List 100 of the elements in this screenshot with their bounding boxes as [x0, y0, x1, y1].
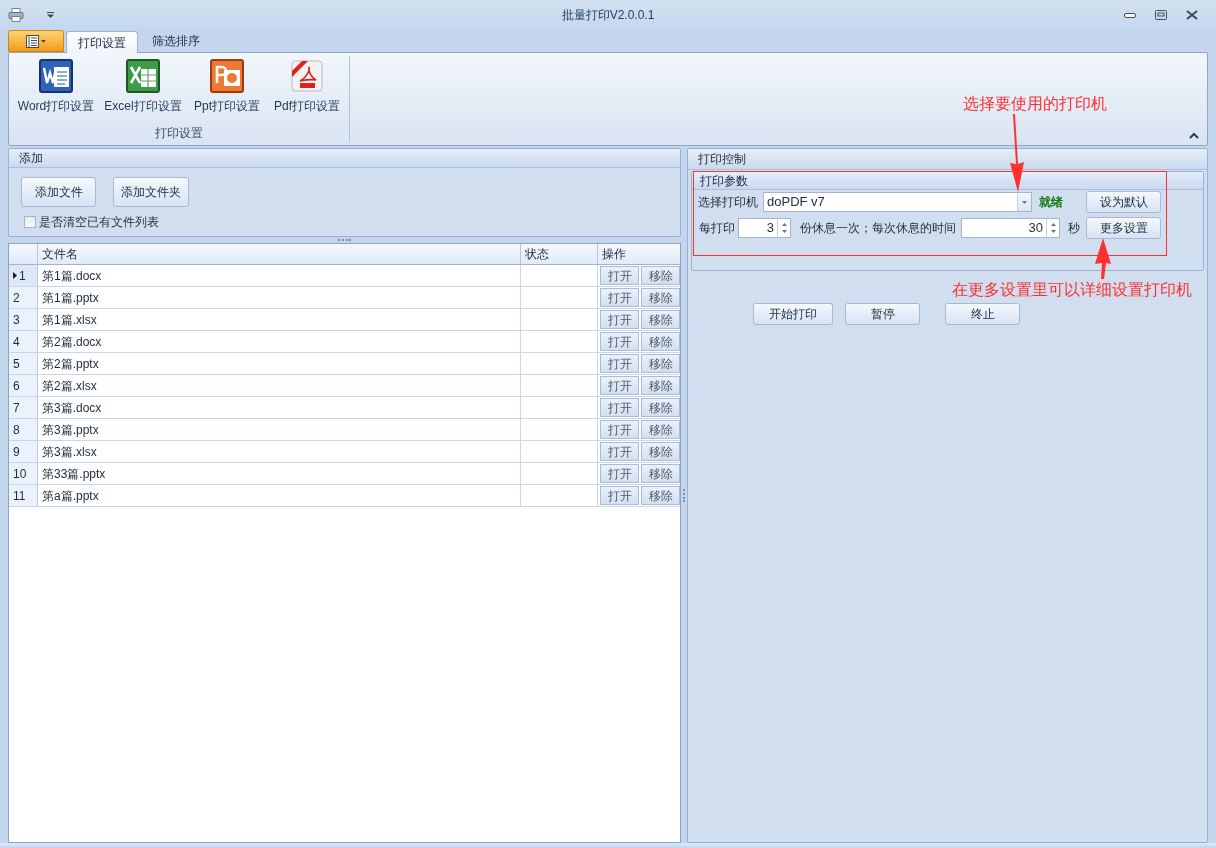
close-icon[interactable]	[1186, 10, 1198, 20]
row-header[interactable]: 1	[9, 265, 38, 286]
copies-field[interactable]: 3	[738, 218, 791, 238]
row-number: 3	[13, 311, 20, 329]
group-title: 添加	[19, 150, 43, 167]
column-header[interactable]: 状态	[521, 244, 598, 264]
row-header[interactable]: 10	[9, 463, 38, 484]
set-default-button[interactable]: 设为默认	[1086, 191, 1161, 213]
app-menu-button[interactable]	[8, 30, 64, 52]
file-name-cell: 第2篇.pptx	[38, 353, 521, 374]
add-folder-button[interactable]: 添加文件夹	[113, 177, 189, 207]
remove-button[interactable]: 移除	[641, 310, 680, 329]
customize-caret-icon[interactable]	[47, 12, 54, 18]
row-header[interactable]: 7	[9, 397, 38, 418]
remove-button[interactable]: 移除	[641, 354, 680, 373]
open-button[interactable]: 打开	[600, 288, 639, 307]
clear-list-checkbox[interactable]	[24, 216, 36, 228]
file-name-cell: 第3篇.docx	[38, 397, 521, 418]
ribbon-button[interactable]: Ppt打印设置	[189, 59, 265, 115]
remove-button[interactable]: 移除	[641, 288, 680, 307]
caret-down-icon	[1022, 200, 1027, 204]
row-number: 9	[13, 443, 20, 461]
file-name-cell: 第1篇.pptx	[38, 287, 521, 308]
print-settings-tab[interactable]: 打印设置	[66, 31, 138, 53]
word-document-icon	[39, 59, 73, 93]
row-number: 6	[13, 377, 20, 395]
file-name-cell: 第a篇.pptx	[38, 485, 521, 506]
printer-label: 选择打印机	[698, 194, 759, 211]
clear-list-label: 是否清空已有文件列表	[39, 214, 159, 231]
open-button[interactable]: 打开	[600, 486, 639, 505]
presentation-icon	[210, 59, 244, 93]
open-button[interactable]: 打开	[600, 420, 639, 439]
printer-icon[interactable]	[8, 7, 24, 23]
remove-button[interactable]: 移除	[641, 420, 680, 439]
rest-seconds-field[interactable]: 30	[961, 218, 1060, 238]
ribbon-button[interactable]: Pdf打印设置	[269, 59, 345, 115]
open-button[interactable]: 打开	[600, 464, 639, 483]
window-title: 批量打印V2.0.0.1	[561, 7, 655, 24]
printer-status: 就绪	[1039, 194, 1064, 211]
pdf-file-icon	[290, 59, 324, 93]
open-button[interactable]: 打开	[600, 332, 639, 351]
pause-button[interactable]: 暂停	[845, 303, 920, 325]
filter-sort-tab[interactable]: 筛选排序	[140, 30, 212, 52]
row-header[interactable]: 4	[9, 331, 38, 352]
ribbon-button[interactable]: Excel打印设置	[101, 59, 185, 115]
more-settings-button[interactable]: 更多设置	[1086, 217, 1161, 239]
stop-button[interactable]: 终止	[945, 303, 1020, 325]
dropdown-button[interactable]	[1017, 193, 1031, 211]
row-number: 7	[13, 399, 20, 417]
remove-button[interactable]: 移除	[641, 398, 680, 417]
open-button[interactable]: 打开	[600, 354, 639, 373]
row-number: 8	[13, 421, 20, 439]
column-header[interactable]: 操作	[598, 244, 680, 264]
row-header[interactable]: 9	[9, 441, 38, 462]
printer-select[interactable]: doPDF v7	[763, 192, 1032, 212]
open-button[interactable]: 打开	[600, 376, 639, 395]
remove-button[interactable]: 移除	[641, 332, 680, 351]
group-title: 打印参数	[700, 172, 748, 190]
spreadsheet-icon	[126, 59, 160, 93]
add-file-button[interactable]: 添加文件	[21, 177, 96, 207]
start-print-button[interactable]: 开始打印	[753, 303, 833, 325]
row-pointer-icon	[13, 272, 17, 279]
open-button[interactable]: 打开	[600, 266, 639, 285]
row-number: 11	[13, 487, 26, 505]
rest-label: 份休息一次；每次休息的时间	[800, 220, 957, 237]
maximize-icon[interactable]	[1155, 10, 1167, 20]
row-header[interactable]: 11	[9, 485, 38, 506]
caret-up-icon	[781, 223, 787, 226]
remove-button[interactable]: 移除	[641, 486, 680, 505]
seconds-label: 秒	[1068, 220, 1081, 237]
open-button[interactable]: 打开	[600, 442, 639, 461]
document-list-icon	[26, 34, 39, 48]
collapse-ribbon-icon[interactable]	[1189, 132, 1199, 139]
annotation-arrow	[1093, 238, 1111, 279]
row-number: 1	[19, 267, 26, 285]
row-header[interactable]: 8	[9, 419, 38, 440]
file-name-cell: 第33篇.pptx	[38, 463, 521, 484]
row-number: 2	[13, 289, 20, 307]
file-name-cell: 第2篇.xlsx	[38, 375, 521, 396]
file-name-cell: 第3篇.xlsx	[38, 441, 521, 462]
caret-icon	[41, 39, 46, 43]
file-name-cell: 第2篇.docx	[38, 331, 521, 352]
remove-button[interactable]: 移除	[641, 464, 680, 483]
ribbon-button[interactable]: Word打印设置	[15, 59, 97, 115]
remove-button[interactable]: 移除	[641, 442, 680, 461]
column-header[interactable]: 文件名	[38, 244, 521, 264]
open-button[interactable]: 打开	[600, 310, 639, 329]
row-header[interactable]: 2	[9, 287, 38, 308]
row-header[interactable]: 5	[9, 353, 38, 374]
remove-button[interactable]: 移除	[641, 376, 680, 395]
row-header[interactable]: 3	[9, 309, 38, 330]
open-button[interactable]: 打开	[600, 398, 639, 417]
copies-label: 每打印	[699, 220, 736, 237]
row-header[interactable]: 6	[9, 375, 38, 396]
caret-down-icon	[781, 230, 787, 233]
file-name-cell: 第1篇.xlsx	[38, 309, 521, 330]
minimize-icon[interactable]	[1124, 12, 1136, 18]
caret-up-icon	[1050, 223, 1056, 226]
file-name-cell: 第1篇.docx	[38, 265, 521, 286]
remove-button[interactable]: 移除	[641, 266, 680, 285]
